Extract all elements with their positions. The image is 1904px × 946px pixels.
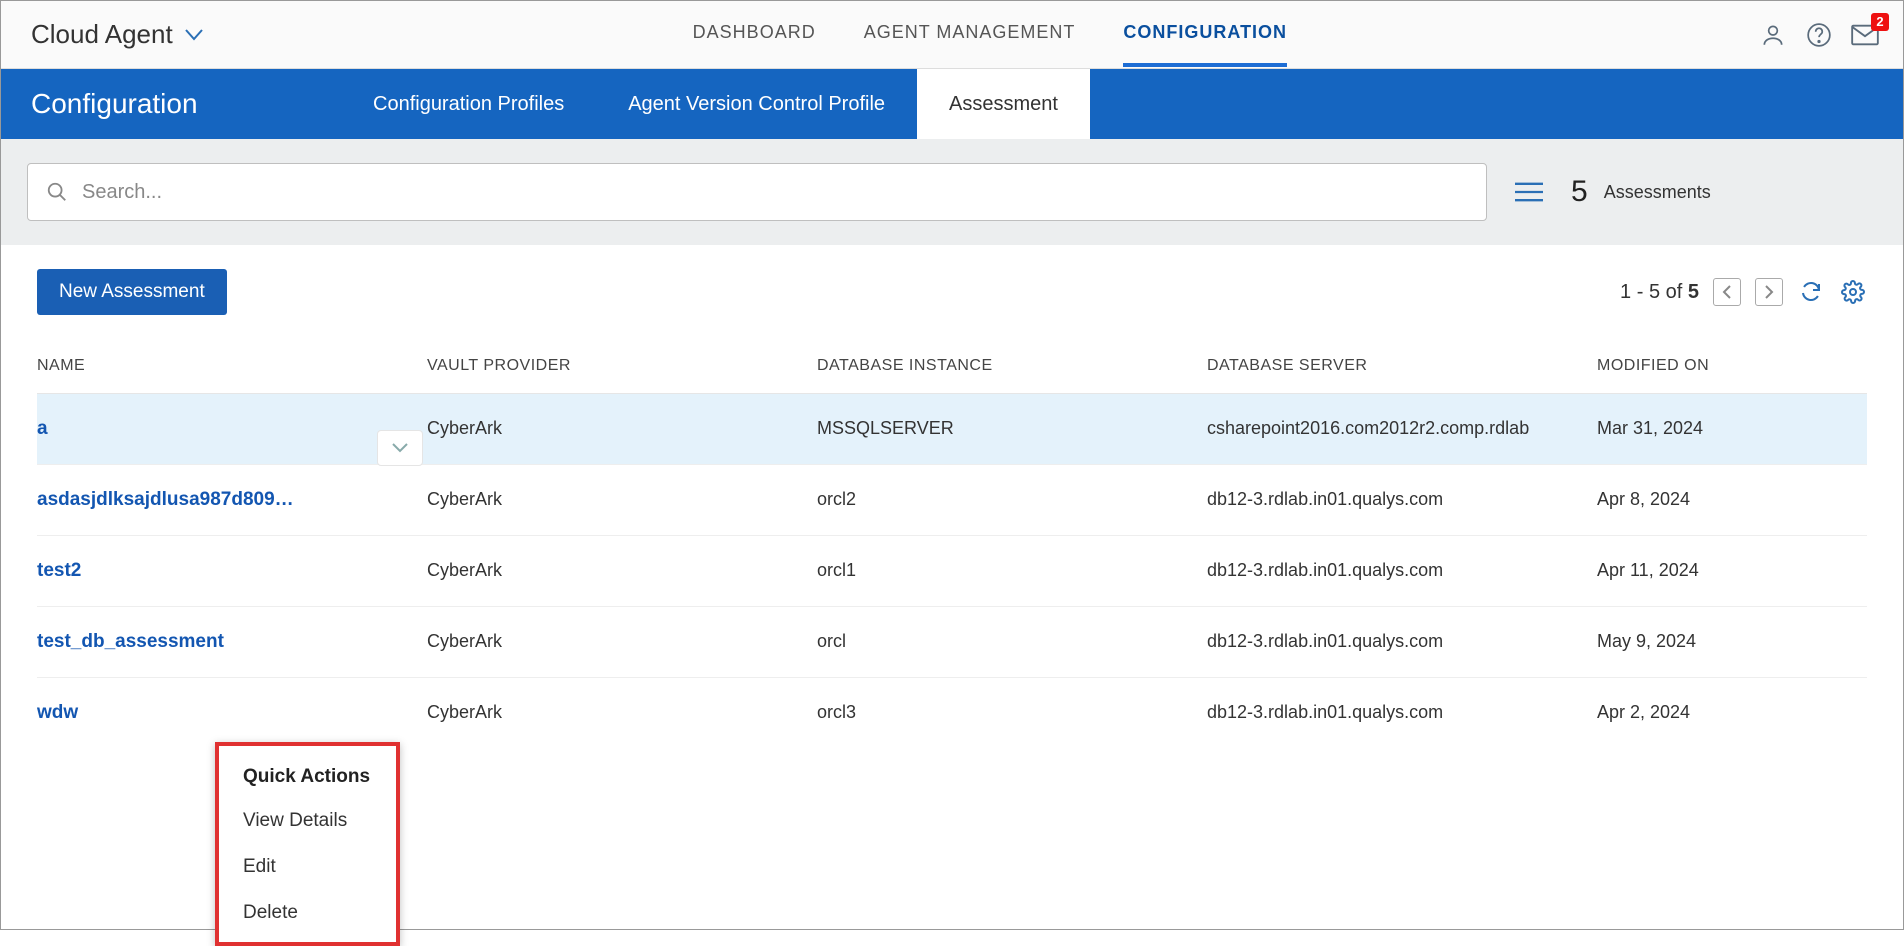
subheader: Configuration Configuration Profiles Age… — [1, 69, 1903, 139]
table-header: NAME VAULT PROVIDER DATABASE INSTANCE DA… — [37, 347, 1867, 394]
prev-page-button[interactable] — [1713, 278, 1741, 306]
cell-modified: May 9, 2024 — [1597, 631, 1867, 652]
cell-instance: orcl3 — [817, 702, 1207, 723]
nav-agent-management[interactable]: AGENT MANAGEMENT — [864, 2, 1076, 67]
cell-instance: orcl1 — [817, 560, 1207, 581]
refresh-icon[interactable] — [1797, 278, 1825, 306]
messages-icon[interactable]: 2 — [1851, 21, 1879, 49]
quick-action-edit[interactable]: Edit — [219, 844, 396, 890]
content: New Assessment 1 - 5 of 5 NAME VAULT PRO… — [1, 245, 1903, 748]
col-vault-provider[interactable]: VAULT PROVIDER — [427, 357, 817, 375]
search-icon — [46, 181, 68, 203]
list-view-icon[interactable] — [1515, 178, 1543, 206]
col-db-instance[interactable]: DATABASE INSTANCE — [817, 357, 1207, 375]
cell-provider: CyberArk — [427, 702, 817, 723]
search-wrap — [27, 163, 1487, 221]
table-row[interactable]: asdasjdlksajdlusa987d809… CyberArk orcl2… — [37, 465, 1867, 536]
cell-modified: Mar 31, 2024 — [1597, 418, 1867, 439]
quick-actions-menu: Quick Actions View Details Edit Delete — [215, 742, 400, 946]
cell-provider: CyberArk — [427, 418, 817, 439]
app-title[interactable]: Cloud Agent — [31, 19, 203, 50]
toolbar-right: 1 - 5 of 5 — [1620, 278, 1867, 306]
header-right: 2 — [1759, 21, 1879, 49]
nav-configuration[interactable]: CONFIGURATION — [1123, 2, 1287, 67]
tab-assessment[interactable]: Assessment — [917, 69, 1090, 139]
cell-instance: MSSQLSERVER — [817, 418, 1207, 439]
assessments-table: NAME VAULT PROVIDER DATABASE INSTANCE DA… — [37, 347, 1867, 748]
cell-name[interactable]: a — [37, 418, 427, 440]
table-row[interactable]: test_db_assessment CyberArk orcl db12-3.… — [37, 607, 1867, 678]
cell-server: db12-3.rdlab.in01.qualys.com — [1207, 702, 1597, 723]
next-page-button[interactable] — [1755, 278, 1783, 306]
page-range: 1 - 5 of 5 — [1620, 281, 1699, 304]
cell-server: db12-3.rdlab.in01.qualys.com — [1207, 560, 1597, 581]
table-row[interactable]: test2 CyberArk orcl1 db12-3.rdlab.in01.q… — [37, 536, 1867, 607]
cell-name[interactable]: asdasjdlksajdlusa987d809… — [37, 489, 427, 511]
cell-modified: Apr 2, 2024 — [1597, 702, 1867, 723]
cell-server: csharepoint2016.com2012r2.comp.rdlab — [1207, 418, 1597, 439]
quick-action-delete[interactable]: Delete — [219, 890, 396, 936]
page-title: Configuration — [1, 69, 341, 139]
user-icon[interactable] — [1759, 21, 1787, 49]
quick-action-view-details[interactable]: View Details — [219, 798, 396, 844]
new-assessment-button[interactable]: New Assessment — [37, 269, 227, 315]
cell-name[interactable]: test2 — [37, 560, 427, 582]
row-actions-dropdown[interactable] — [377, 430, 423, 466]
search-input[interactable] — [82, 181, 1468, 204]
tab-configuration-profiles[interactable]: Configuration Profiles — [341, 69, 596, 139]
count-label: Assessments — [1604, 182, 1711, 203]
chevron-down-icon — [185, 29, 203, 41]
cell-provider: CyberArk — [427, 560, 817, 581]
assessment-count: 5 Assessments — [1571, 175, 1711, 209]
nav-dashboard[interactable]: DASHBOARD — [693, 2, 816, 67]
cell-instance: orcl — [817, 631, 1207, 652]
cell-instance: orcl2 — [817, 489, 1207, 510]
table-row[interactable]: a CyberArk MSSQLSERVER csharepoint2016.c… — [37, 394, 1867, 465]
messages-badge: 2 — [1871, 13, 1889, 31]
quick-actions-title: Quick Actions — [219, 752, 396, 798]
col-name[interactable]: NAME — [37, 357, 427, 375]
cell-modified: Apr 11, 2024 — [1597, 560, 1867, 581]
search-row: 5 Assessments — [1, 139, 1903, 245]
cell-name[interactable]: wdw — [37, 702, 427, 724]
top-nav: DASHBOARD AGENT MANAGEMENT CONFIGURATION — [693, 2, 1287, 67]
table-row[interactable]: wdw CyberArk orcl3 db12-3.rdlab.in01.qua… — [37, 678, 1867, 748]
tab-agent-version-control[interactable]: Agent Version Control Profile — [596, 69, 917, 139]
app-header: Cloud Agent DASHBOARD AGENT MANAGEMENT C… — [1, 1, 1903, 69]
toolbar: New Assessment 1 - 5 of 5 — [37, 269, 1867, 315]
help-icon[interactable] — [1805, 21, 1833, 49]
cell-server: db12-3.rdlab.in01.qualys.com — [1207, 631, 1597, 652]
cell-server: db12-3.rdlab.in01.qualys.com — [1207, 489, 1597, 510]
col-db-server[interactable]: DATABASE SERVER — [1207, 357, 1597, 375]
settings-icon[interactable] — [1839, 278, 1867, 306]
count-number: 5 — [1571, 175, 1588, 209]
col-modified[interactable]: MODIFIED ON — [1597, 357, 1867, 375]
cell-modified: Apr 8, 2024 — [1597, 489, 1867, 510]
cell-provider: CyberArk — [427, 631, 817, 652]
app-title-text: Cloud Agent — [31, 19, 173, 50]
cell-provider: CyberArk — [427, 489, 817, 510]
cell-name[interactable]: test_db_assessment — [37, 631, 427, 653]
